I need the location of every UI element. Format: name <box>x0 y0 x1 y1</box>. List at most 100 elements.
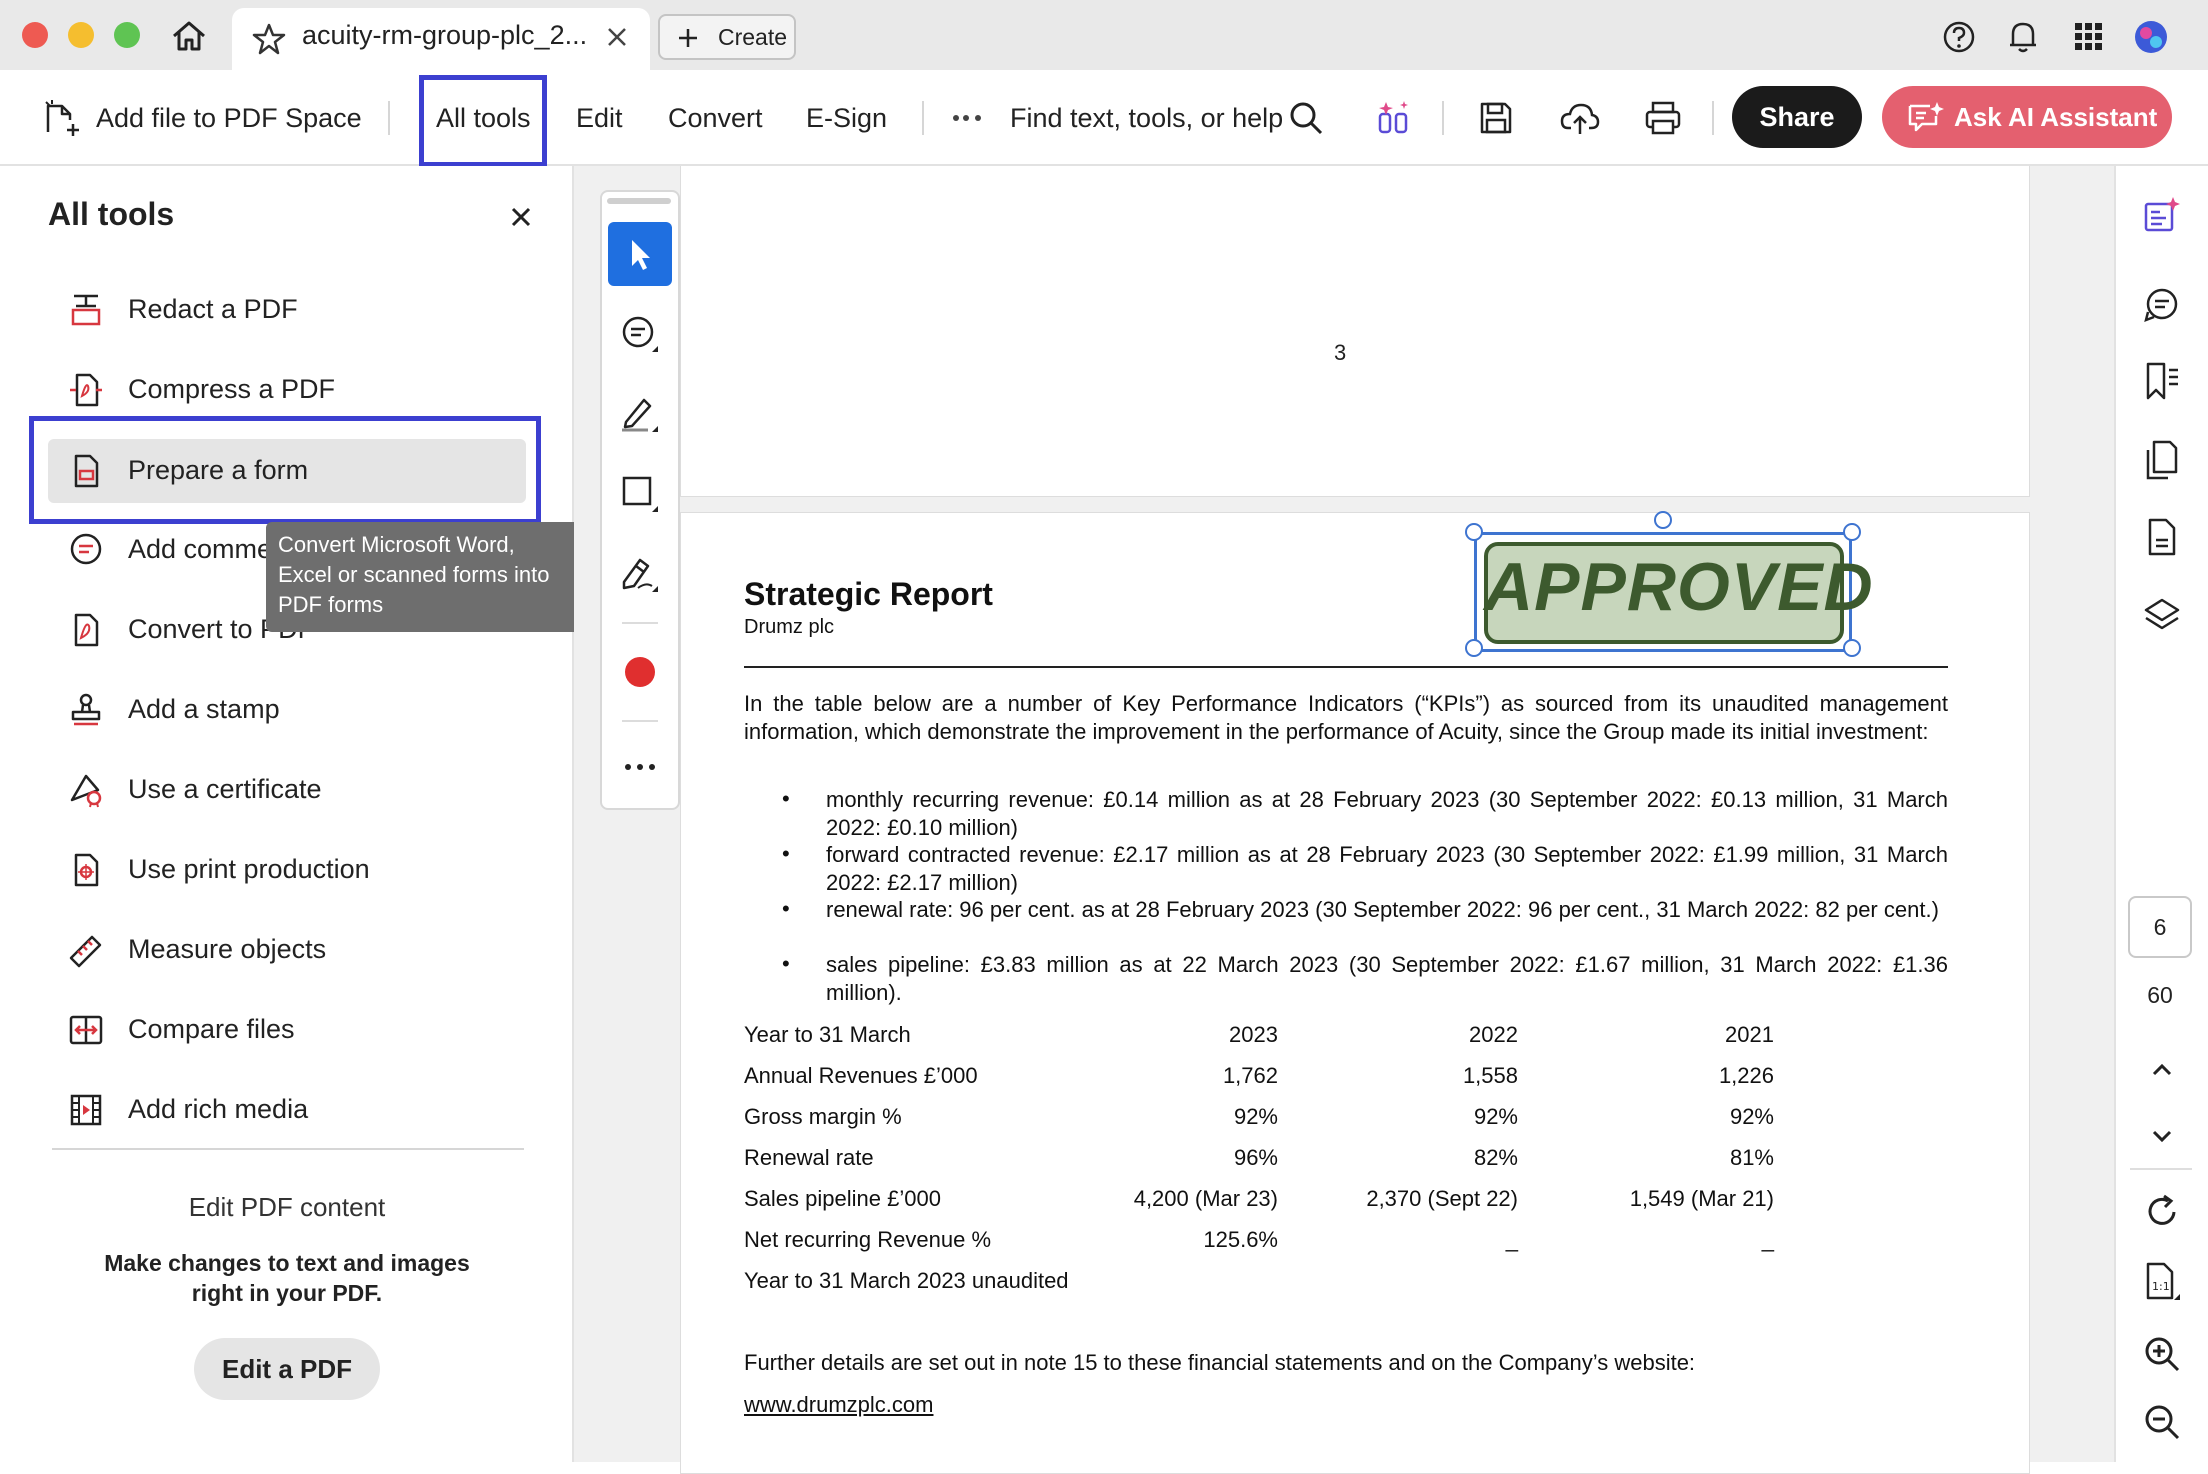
tool-label: Compare files <box>128 1014 295 1044</box>
tool-print-production[interactable]: Use print production <box>48 838 528 902</box>
create-button[interactable]: Create <box>658 14 796 60</box>
bell-icon[interactable] <box>2006 18 2040 54</box>
comment-tool-icon[interactable] <box>618 312 662 356</box>
apps-grid-icon[interactable] <box>2074 22 2104 52</box>
toolbar-grip-handle[interactable] <box>607 198 671 204</box>
tool-use-certificate[interactable]: Use a certificate <box>48 758 528 822</box>
tool-add-rich-media[interactable]: Add rich media <box>48 1078 528 1142</box>
rectangle-tool-icon[interactable] <box>618 472 662 516</box>
panel-title: All tools <box>48 196 175 232</box>
zoom-in-icon[interactable] <box>2140 1332 2184 1376</box>
toolbar-divider <box>922 101 924 135</box>
more-tools-icon[interactable] <box>624 762 656 772</box>
comments-panel-icon[interactable] <box>2140 282 2184 326</box>
tool-label: Measure objects <box>128 934 327 964</box>
rotate-icon[interactable] <box>2140 1190 2184 1234</box>
resize-handle[interactable] <box>1465 523 1483 541</box>
table-note: Year to 31 March 2023 unaudited <box>744 1268 1069 1293</box>
highlighter-tool-icon[interactable] <box>618 392 662 436</box>
draw-tool-icon[interactable] <box>618 552 662 596</box>
pdf-page[interactable] <box>680 166 2030 497</box>
toolbar-divider <box>388 101 390 135</box>
close-window-button[interactable] <box>22 22 48 48</box>
resize-handle[interactable] <box>1843 523 1861 541</box>
table-row-label: Renewal rate <box>744 1145 874 1170</box>
tab-edit[interactable]: Edit <box>576 103 623 134</box>
tab-convert[interactable]: Convert <box>668 103 763 134</box>
total-pages: 60 <box>2147 982 2173 1008</box>
toolbar-divider <box>1442 101 1444 135</box>
create-label: Create <box>718 24 788 50</box>
edit-pdf-button[interactable]: Edit a PDF <box>194 1338 380 1400</box>
next-page-icon[interactable] <box>2140 1114 2184 1158</box>
resize-handle[interactable] <box>1465 639 1483 657</box>
share-button[interactable]: Share <box>1732 86 1862 148</box>
avatar[interactable] <box>2134 20 2168 54</box>
tool-redact-pdf[interactable]: Redact a PDF <box>48 278 528 342</box>
rotate-handle[interactable] <box>1654 511 1672 529</box>
current-page-input[interactable]: 6 <box>2128 896 2192 958</box>
home-icon[interactable] <box>170 18 208 54</box>
layers-icon[interactable] <box>2140 594 2184 638</box>
bookmarks-icon[interactable] <box>2140 360 2184 404</box>
stamp-text: APPROVED <box>1484 549 1874 625</box>
previous-page-icon[interactable] <box>2140 1048 2184 1092</box>
tool-label: Add rich media <box>128 1094 309 1124</box>
page-thumbnails-icon[interactable] <box>2140 438 2184 482</box>
document-properties-icon[interactable] <box>2140 516 2184 560</box>
table-row-label: Net recurring Revenue % <box>744 1227 992 1252</box>
panel-divider <box>52 1148 524 1150</box>
ai-assistant-icon <box>1908 102 1944 132</box>
select-tool-button[interactable] <box>608 222 672 286</box>
close-panel-icon[interactable] <box>510 206 532 228</box>
print-icon[interactable] <box>1644 100 1682 136</box>
table-cell: 1,226 <box>1718 1063 1774 1088</box>
help-icon[interactable] <box>1942 20 1976 54</box>
table-cell: 1,549 (Mar 21) <box>1629 1186 1774 1211</box>
bullet-item: sales pipeline: £3.83 million as at 22 M… <box>826 952 1948 1005</box>
table-cell: 92% <box>1729 1104 1774 1129</box>
tool-add-stamp[interactable]: Add a stamp <box>48 678 528 742</box>
ai-assistant-button[interactable]: Ask AI Assistant <box>1882 86 2172 148</box>
color-picker-icon[interactable] <box>624 656 656 688</box>
plus-icon <box>679 29 697 47</box>
table-cell: 82% <box>1473 1145 1518 1170</box>
bullet-item: renewal rate: 96 per cent. as at 28 Febr… <box>826 897 1939 922</box>
table-row-label: Annual Revenues £’000 <box>744 1063 978 1088</box>
add-file-button[interactable]: Add file to PDF Space <box>96 103 362 134</box>
upload-cloud-icon[interactable] <box>1560 98 1600 138</box>
tab-esign[interactable]: E-Sign <box>806 103 887 134</box>
table-cell: 4,200 (Mar 23) <box>1133 1186 1278 1211</box>
intro-paragraph: In the table below are a number of Key P… <box>744 691 1948 744</box>
table-cell: 81% <box>1729 1145 1774 1170</box>
ai-assistant-label: Ask AI Assistant <box>1954 102 2158 132</box>
bullet-marker: • <box>782 896 790 921</box>
page-number-label: 3 <box>1334 340 1347 365</box>
table-cell: 1,762 <box>1222 1063 1278 1088</box>
website-link[interactable]: www.drumzplc.com <box>744 1392 933 1418</box>
actual-size-icon[interactable]: 1:1 <box>2140 1260 2184 1304</box>
bullet-marker: • <box>782 951 790 976</box>
ai-summary-icon[interactable] <box>2140 194 2184 238</box>
resize-handle[interactable] <box>1843 639 1861 657</box>
close-tab-icon[interactable] <box>606 26 628 48</box>
table-cell: 96% <box>1233 1145 1278 1170</box>
toolbar-divider <box>622 720 658 722</box>
more-options-icon[interactable] <box>952 112 984 124</box>
add-file-icon[interactable] <box>42 98 82 138</box>
compare-icon <box>69 1015 103 1045</box>
search-box[interactable]: Find text, tools, or help <box>1010 103 1283 134</box>
star-icon[interactable] <box>252 22 286 56</box>
tool-measure-objects[interactable]: Measure objects <box>48 918 528 982</box>
tool-compare-files[interactable]: Compare files <box>48 998 528 1062</box>
minimize-window-button[interactable] <box>68 22 94 48</box>
ai-tools-icon[interactable] <box>1374 98 1414 138</box>
save-icon[interactable] <box>1478 100 1514 136</box>
maximize-window-button[interactable] <box>114 22 140 48</box>
horizontal-rule <box>744 666 1948 668</box>
search-icon[interactable] <box>1288 100 1324 136</box>
tool-compress-pdf[interactable]: Compress a PDF <box>48 358 528 422</box>
tool-label: Redact a PDF <box>128 294 298 324</box>
zoom-out-icon[interactable] <box>2140 1400 2184 1444</box>
table-cell: 92% <box>1233 1104 1278 1129</box>
